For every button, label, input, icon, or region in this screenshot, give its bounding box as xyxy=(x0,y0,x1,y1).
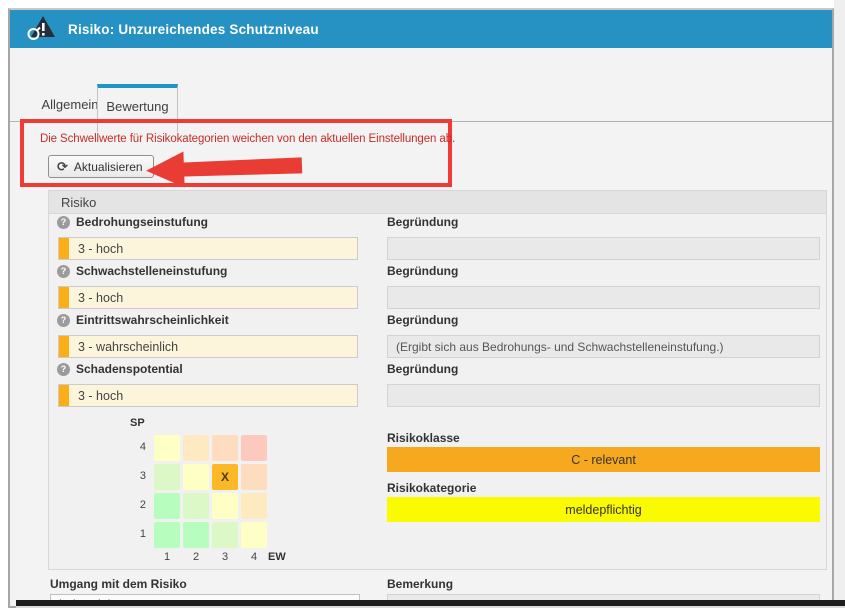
risk-category-value: meldepflichtig xyxy=(387,497,820,522)
matrix-cell[interactable] xyxy=(183,493,209,519)
matrix-x-axis-label: EW xyxy=(268,551,286,563)
rating-level-color-bar xyxy=(59,238,69,259)
rating-label: Bedrohungseinstufung xyxy=(76,215,208,229)
screen: Risiko: Unzureichendes Schutzniveau Allg… xyxy=(0,0,845,608)
matrix-row-label: 2 xyxy=(128,499,146,511)
risk-dialog-window: Risiko: Unzureichendes Schutzniveau Allg… xyxy=(8,8,834,608)
matrix-cell[interactable] xyxy=(241,464,267,490)
rating-level-color-bar xyxy=(59,336,69,357)
threshold-warning-text: Die Schwellwerte für Risikokategorien we… xyxy=(40,133,450,145)
rating-label: Schwachstelleneinstufung xyxy=(76,264,227,278)
help-icon[interactable]: ? xyxy=(57,265,70,278)
help-icon[interactable]: ? xyxy=(57,363,70,376)
outer-background xyxy=(834,0,845,608)
help-icon[interactable]: ? xyxy=(57,314,70,327)
aktualisieren-button-label: Aktualisieren xyxy=(74,160,143,174)
matrix-col-label: 1 xyxy=(154,551,180,563)
rating-value: 3 - hoch xyxy=(78,291,123,305)
rating-row: ? Schadenspotential 3 - hoch Begründung xyxy=(10,355,832,407)
reason-label: Begründung xyxy=(387,215,458,229)
rating-level-color-bar xyxy=(59,287,69,308)
reason-input[interactable] xyxy=(387,384,820,407)
rating-row: ? Schwachstelleneinstufung 3 - hoch Begründ… xyxy=(10,257,832,309)
remark-label: Bemerkung xyxy=(387,577,453,591)
matrix-row-label: 3 xyxy=(128,470,146,482)
dialog-titlebar: Risiko: Unzureichendes Schutzniveau xyxy=(10,10,832,48)
matrix-cell[interactable] xyxy=(154,522,180,548)
risk-class-value: C - relevant xyxy=(387,447,820,472)
matrix-cell[interactable] xyxy=(212,493,238,519)
matrix-cell[interactable] xyxy=(183,464,209,490)
matrix-cell[interactable] xyxy=(154,464,180,490)
matrix-col-label: 2 xyxy=(183,551,209,563)
matrix-row-label: 1 xyxy=(128,528,146,540)
matrix-cell[interactable] xyxy=(183,435,209,461)
rating-label: Schadenspotential xyxy=(76,362,183,376)
refresh-icon: ⟳ xyxy=(57,160,68,173)
tab-allgemein[interactable]: Allgemein xyxy=(35,88,105,121)
rating-value: 3 - hoch xyxy=(78,389,123,403)
matrix-cell[interactable] xyxy=(154,435,180,461)
matrix-cell[interactable] xyxy=(212,435,238,461)
annotation-arrow xyxy=(145,143,306,193)
tab-bewertung[interactable]: Bewertung xyxy=(97,84,178,132)
matrix-col-label: 4 xyxy=(241,551,267,563)
risk-category-label: Risikokategorie xyxy=(387,481,476,495)
help-icon[interactable]: ? xyxy=(57,216,70,229)
matrix-row-label: 4 xyxy=(128,441,146,453)
matrix-cell[interactable] xyxy=(241,522,267,548)
risk-class-label: Risikoklasse xyxy=(387,431,460,445)
dialog-title: Risiko: Unzureichendes Schutzniveau xyxy=(68,22,319,37)
rating-value: 3 - hoch xyxy=(78,242,123,256)
rating-value: 3 - wahrscheinlich xyxy=(78,340,178,354)
matrix-cell[interactable] xyxy=(241,435,267,461)
matrix-col-label: 3 xyxy=(212,551,238,563)
reason-label: Begründung xyxy=(387,362,458,376)
rating-row: ? Eintrittswahrscheinlichkeit 3 - wahrsche… xyxy=(10,306,832,358)
matrix-cell[interactable] xyxy=(212,522,238,548)
matrix-cell[interactable] xyxy=(154,493,180,519)
rating-level-color-bar xyxy=(59,385,69,406)
treatment-label: Umgang mit dem Risiko xyxy=(50,577,187,591)
reason-label: Begründung xyxy=(387,264,458,278)
matrix-cell[interactable] xyxy=(241,493,267,519)
rating-select[interactable]: 3 - hoch xyxy=(58,384,358,407)
matrix-cell[interactable] xyxy=(183,522,209,548)
aktualisieren-button[interactable]: ⟳ Aktualisieren xyxy=(48,155,154,178)
risk-warning-icon xyxy=(26,15,56,43)
matrix-cell-selected[interactable]: X xyxy=(212,464,238,490)
reason-label: Begründung xyxy=(387,313,458,327)
rating-label: Eintrittswahrscheinlichkeit xyxy=(76,313,229,327)
matrix-y-axis-label: SP xyxy=(130,417,145,429)
rating-row: ? Bedrohungseinstufung 3 - hoch Begründung xyxy=(10,208,832,260)
